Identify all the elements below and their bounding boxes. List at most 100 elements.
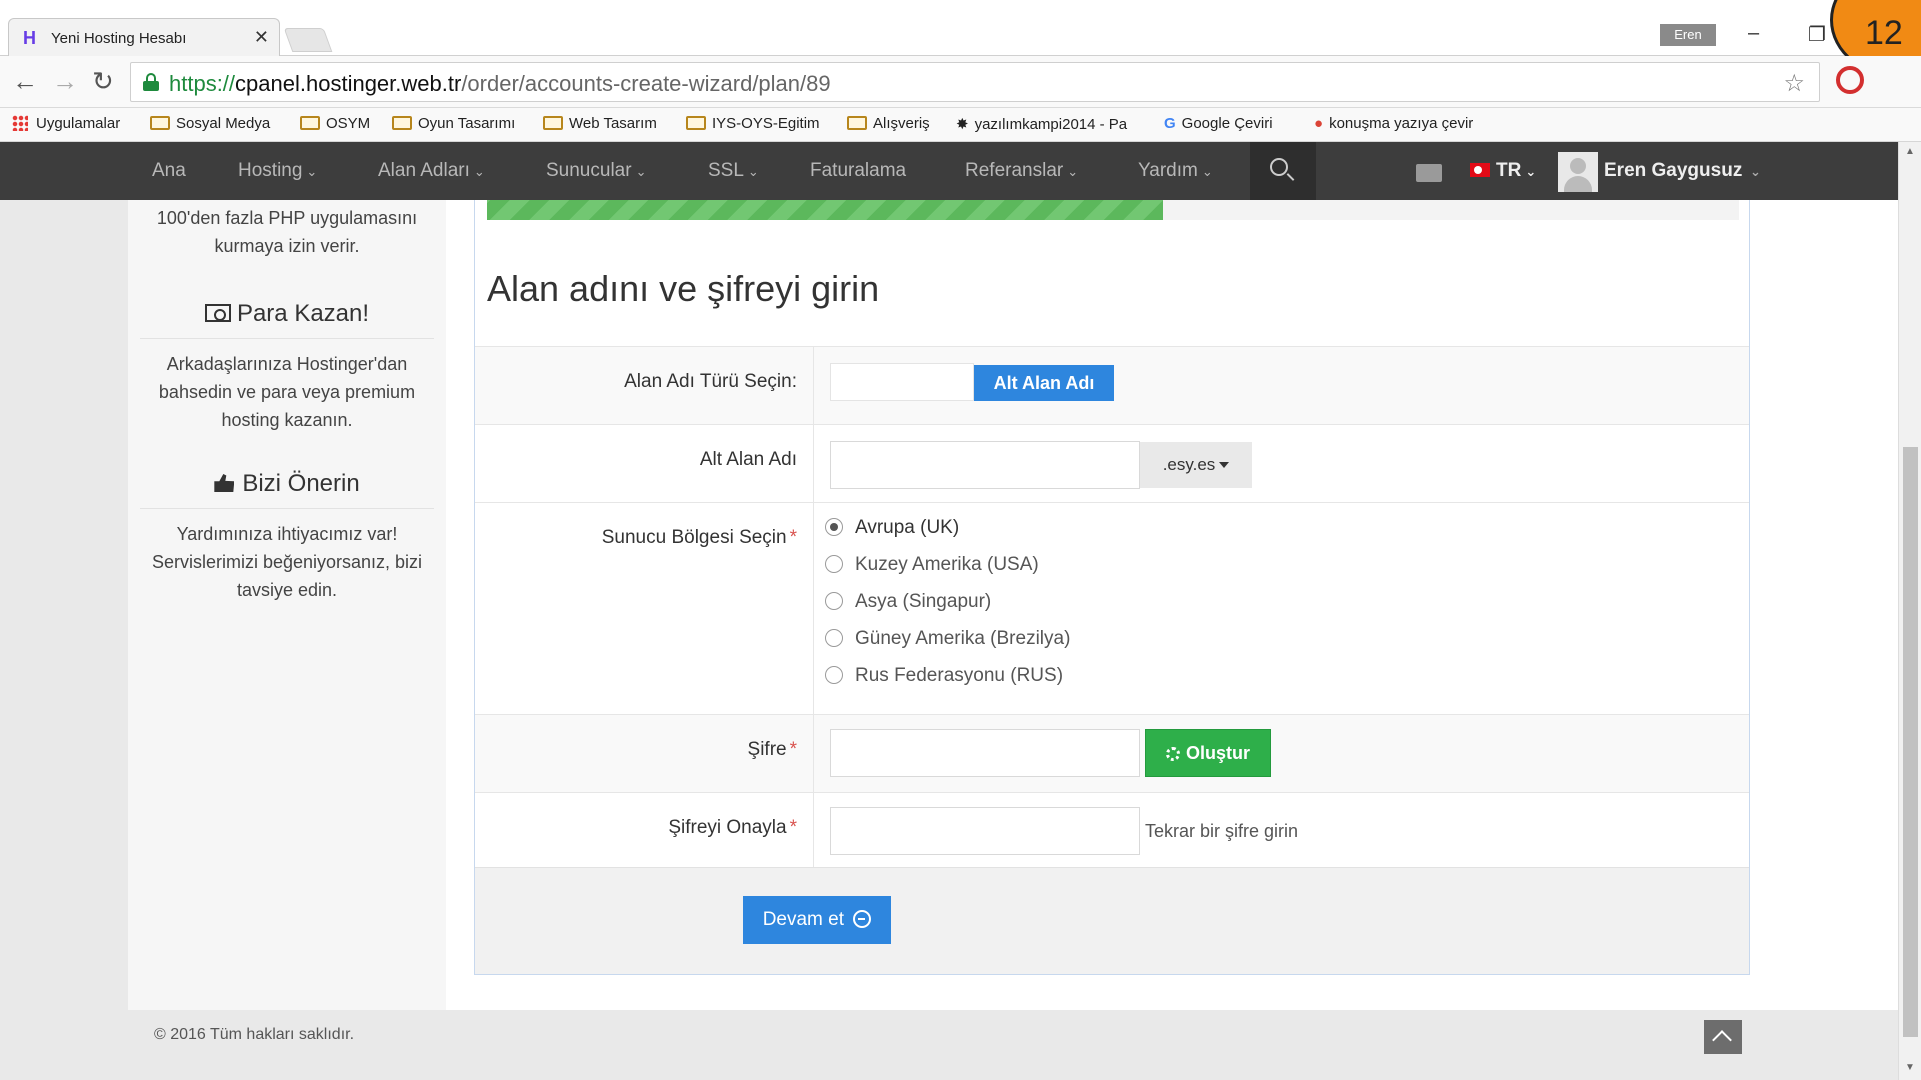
chevron-down-icon: ⌄ xyxy=(1067,164,1079,179)
hostinger-favicon-icon: H xyxy=(23,28,36,48)
chevron-down-icon: ⌄ xyxy=(306,164,318,179)
gear-icon xyxy=(1165,747,1180,761)
folder-icon xyxy=(543,116,563,130)
generate-password-button[interactable]: Oluştur xyxy=(1145,729,1271,777)
row-divider xyxy=(813,503,814,714)
sidebar-earn-heading: Para Kazan! xyxy=(140,300,434,339)
password-input-box[interactable] xyxy=(830,729,1140,777)
browser-toolbar: ← → ↻ https://cpanel.hostinger.web.tr/or… xyxy=(0,56,1921,108)
address-bar[interactable]: https://cpanel.hostinger.web.tr/order/ac… xyxy=(130,62,1820,102)
browser-tab-active[interactable]: H Yeni Hosting Hesabı ✕ xyxy=(8,18,280,56)
domain-type-option-empty[interactable] xyxy=(830,363,974,401)
sidebar-intro-text: 100'den fazla PHP uygulamasını kurmaya i… xyxy=(156,208,418,256)
bookmark-item[interactable]: OSYM xyxy=(300,115,370,132)
browser-profile-badge[interactable]: Eren xyxy=(1660,24,1716,46)
language-selector[interactable]: TR ⌄ xyxy=(1470,160,1536,182)
nav-home[interactable]: Ana xyxy=(152,160,186,182)
folder-icon xyxy=(847,116,867,130)
page-scrollbar[interactable]: ▲ ▼ xyxy=(1898,142,1921,1080)
region-radio-north-america[interactable]: Kuzey Amerika (USA) xyxy=(825,554,1039,582)
subdomain-type-button[interactable]: Alt Alan Adı xyxy=(974,365,1114,401)
radio-checked-icon xyxy=(825,518,843,536)
scrollbar-thumb[interactable] xyxy=(1903,447,1918,1037)
continue-button[interactable]: Devam et xyxy=(743,896,891,944)
chrome-icon: ● xyxy=(1314,115,1324,132)
apps-grid-icon xyxy=(12,115,28,131)
bookmarks-bar: Uygulamalar Sosyal Medya OSYM Oyun Tasar… xyxy=(0,108,1921,142)
row-divider xyxy=(813,793,814,868)
tab-title: Yeni Hosting Hesabı xyxy=(51,30,187,47)
domain-suffix-dropdown[interactable]: .esy.es xyxy=(1140,442,1252,488)
wizard-card: Alan adını ve şifreyi girin Alan Adı Tür… xyxy=(474,200,1750,975)
confirm-password-label: Şifreyi Onayla * xyxy=(668,817,797,838)
confirm-password-hint: Tekrar bir şifre girin xyxy=(1145,821,1299,841)
subdomain-input[interactable] xyxy=(830,441,1140,489)
confirm-password-input[interactable] xyxy=(830,807,1140,855)
bookmark-item[interactable]: Alışveriş xyxy=(847,115,930,132)
nav-help[interactable]: Yardım ⌄ xyxy=(1138,160,1213,182)
arrow-circle-right-icon xyxy=(853,910,872,928)
sidebar: 100'den fazla PHP uygulamasını kurmaya i… xyxy=(128,200,446,1010)
region-radio-south-america[interactable]: Güney Amerika (Brezilya) xyxy=(825,628,1070,656)
scroll-to-top-button[interactable] xyxy=(1704,1020,1742,1054)
user-menu[interactable]: Eren Gaygusuz ⌄ xyxy=(1604,160,1761,182)
back-arrow-icon[interactable]: ← xyxy=(12,66,38,97)
form-actions: Devam et xyxy=(475,867,1749,974)
chevron-down-icon: ⌄ xyxy=(635,164,647,179)
site-footer: © 2016 Tüm hakları saklıdır. xyxy=(128,1010,1770,1062)
region-radio-europe[interactable]: Avrupa (UK) xyxy=(825,517,959,545)
nav-referrals[interactable]: Referanslar ⌄ xyxy=(965,160,1078,182)
avatar[interactable] xyxy=(1558,152,1598,192)
forward-arrow-icon[interactable]: → xyxy=(52,66,78,97)
mail-icon[interactable] xyxy=(1416,164,1442,182)
bookmark-item[interactable]: ● konuşma yazıya çevir xyxy=(1314,115,1473,132)
minimize-icon[interactable]: – xyxy=(1748,22,1759,45)
nav-ssl[interactable]: SSL ⌄ xyxy=(708,160,759,182)
page-body: 100'den fazla PHP uygulamasını kurmaya i… xyxy=(0,200,1898,1080)
folder-icon xyxy=(392,116,412,130)
nav-servers[interactable]: Sunucular ⌄ xyxy=(546,160,646,182)
nav-hosting[interactable]: Hosting ⌄ xyxy=(238,160,317,182)
confirm-password-row: Şifreyi Onayla * Tekrar bir şifre girin xyxy=(475,792,1749,868)
new-tab-button[interactable] xyxy=(283,28,333,52)
sidebar-recommend-heading: Bizi Önerin xyxy=(140,470,434,509)
bookmark-item[interactable]: Sosyal Medya xyxy=(150,115,270,132)
bookmark-item[interactable]: IYS-OYS-Egitim xyxy=(686,115,820,132)
reload-icon[interactable]: ↻ xyxy=(92,66,114,97)
progress-bar xyxy=(487,200,1739,220)
radio-icon xyxy=(825,555,843,573)
chevron-down-icon: ⌄ xyxy=(1746,164,1761,179)
sidebar-earn-text: Arkadaşlarınıza Hostinger'dan bahsedin v… xyxy=(158,354,416,430)
search-icon xyxy=(1270,158,1288,176)
nav-domains[interactable]: Alan Adları ⌄ xyxy=(378,160,485,182)
tiger-icon: ✸ xyxy=(956,116,969,133)
extension-icon[interactable] xyxy=(1836,66,1864,94)
bookmark-item[interactable]: G Google Çeviri xyxy=(1164,115,1273,132)
scroll-up-arrow-icon[interactable]: ▲ xyxy=(1905,146,1915,157)
subdomain-label: Alt Alan Adı xyxy=(699,449,797,470)
region-radio-russia[interactable]: Rus Federasyonu (RUS) xyxy=(825,665,1063,693)
chevron-down-icon: ⌄ xyxy=(1201,164,1213,179)
radio-icon xyxy=(825,629,843,647)
tab-close-icon[interactable]: ✕ xyxy=(254,27,269,48)
bookmark-item[interactable]: Web Tasarım xyxy=(543,115,657,132)
bookmark-star-icon[interactable]: ☆ xyxy=(1783,69,1805,98)
folder-icon xyxy=(150,116,170,130)
scroll-down-arrow-icon[interactable]: ▼ xyxy=(1905,1062,1915,1073)
bookmark-item[interactable]: ✸ yazılımkampi2014 - Pa xyxy=(956,115,1127,133)
chevron-down-icon: ⌄ xyxy=(747,164,759,179)
caret-down-icon xyxy=(1219,462,1230,468)
money-icon xyxy=(204,304,231,322)
region-radio-asia[interactable]: Asya (Singapur) xyxy=(825,591,991,619)
restore-icon[interactable]: ❐ xyxy=(1808,22,1826,47)
bookmark-apps[interactable]: Uygulamalar xyxy=(12,115,120,132)
nav-billing[interactable]: Faturalama xyxy=(810,160,906,182)
browser-tabstrip: H Yeni Hosting Hesabı ✕ Eren – ❐ xyxy=(0,0,1921,56)
url-text: https://cpanel.hostinger.web.tr/order/ac… xyxy=(169,71,831,96)
password-row: Şifre * Oluştur xyxy=(475,714,1749,792)
radio-icon xyxy=(825,592,843,610)
nav-search-button[interactable] xyxy=(1250,142,1316,200)
bookmark-item[interactable]: Oyun Tasarımı xyxy=(392,115,515,132)
folder-icon xyxy=(686,116,706,130)
form-title: Alan adını ve şifreyi girin xyxy=(487,268,880,309)
